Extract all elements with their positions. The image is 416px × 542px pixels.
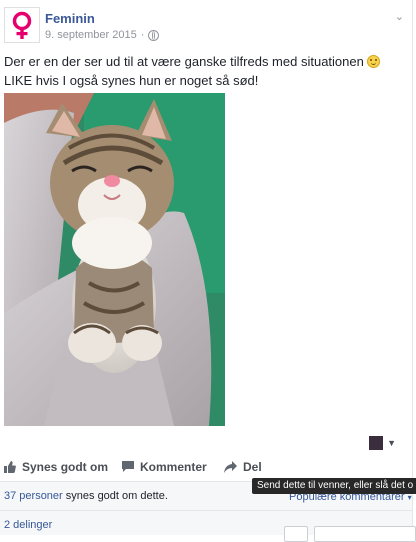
- caret-down-icon: ▼: [387, 438, 396, 448]
- thumbs-up-icon: [4, 461, 16, 473]
- share-label: Del: [243, 460, 262, 474]
- likes-summary: 37 personer synes godt om dette.: [4, 490, 168, 502]
- likes-count-link[interactable]: 37 personer: [4, 490, 63, 502]
- share-arrow-icon: [224, 461, 237, 473]
- comment-button[interactable]: Kommenter: [122, 460, 224, 474]
- share-button[interactable]: Del: [224, 460, 262, 474]
- comment-label: Kommenter: [140, 460, 207, 474]
- user-avatar: [369, 436, 384, 450]
- venus-logo-icon: [12, 11, 32, 39]
- page-avatar[interactable]: [4, 7, 40, 43]
- globe-icon: [148, 29, 160, 41]
- smiley-emoji-icon: [367, 55, 381, 68]
- commenter-avatar: [284, 526, 308, 542]
- kitten-photo-icon: [4, 93, 225, 426]
- chevron-down-icon[interactable]: ⌄: [395, 10, 404, 23]
- post-date[interactable]: 9. september 2015: [45, 29, 137, 41]
- post-meta: 9. september 2015 ·: [45, 29, 160, 41]
- comment-icon: [122, 461, 134, 472]
- post-photo[interactable]: [4, 93, 225, 426]
- like-button[interactable]: Synes godt om: [4, 460, 122, 474]
- divider: [0, 510, 412, 511]
- page-name-link[interactable]: Feminin: [45, 11, 95, 26]
- shares-link[interactable]: 2 delinger: [4, 519, 52, 531]
- caret-small-icon: ▾: [407, 493, 412, 502]
- post-card: Feminin 9. september 2015 · ⌄ Der er en …: [0, 0, 416, 542]
- comment-input[interactable]: [314, 526, 416, 542]
- post-as-selector[interactable]: ▼: [369, 436, 396, 450]
- share-tooltip: Send dette til venner, eller slå det o: [252, 478, 416, 494]
- post-text-part1: Der er en der ser ud til at være ganske …: [4, 54, 364, 69]
- post-text-part2: LIKE hvis I også synes hun er noget så s…: [4, 73, 259, 88]
- post-text: Der er en der ser ud til at være ganske …: [4, 52, 404, 90]
- likes-rest-text: synes godt om dette.: [62, 490, 168, 502]
- like-label: Synes godt om: [22, 460, 109, 474]
- card-border: [412, 0, 413, 534]
- action-bar: Synes godt om Kommenter Del: [4, 460, 262, 474]
- meta-separator: ·: [140, 29, 145, 41]
